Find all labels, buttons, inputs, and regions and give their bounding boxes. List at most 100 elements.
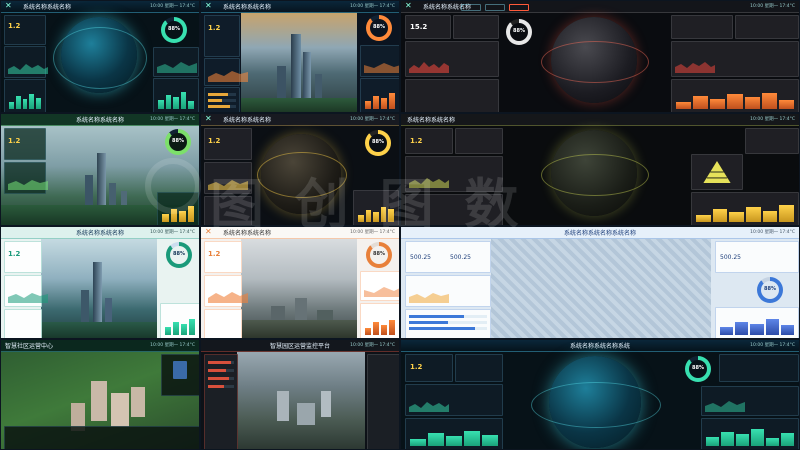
donut-label: 88% <box>513 28 525 34</box>
donut-chart: 88% <box>165 129 191 155</box>
area-chart <box>409 402 449 412</box>
watermark-logo-icon <box>145 158 201 214</box>
dashboard-thumb-3[interactable]: ✕ 系统名称系统名称 10:00 星期一 17:4°C 15.2 88% <box>400 0 800 113</box>
trend-card <box>405 275 491 307</box>
stat-value-1: 500.25 <box>410 254 431 261</box>
clock: 10:00 星期一 17:4°C <box>150 117 195 122</box>
header: 智慧园区运营监控平台 10:00 星期一 17:4°C <box>201 340 399 352</box>
watermark: 图 创 图 数 <box>210 173 525 236</box>
bar-chart <box>696 204 795 222</box>
donut-chart: 88% <box>506 19 532 45</box>
right-card <box>701 386 799 416</box>
profile-card <box>161 354 199 396</box>
dashboard-thumb-9[interactable]: 系统名称系统名称系统名称 10:00 星期一 17:4°C 500.25 500… <box>400 226 800 339</box>
trend-card <box>4 275 48 307</box>
donut-label: 88% <box>372 139 384 145</box>
stat-card: 1.2 <box>405 354 453 382</box>
right-card <box>360 271 399 301</box>
clock: 10:00 星期一 17:4°C <box>750 230 795 235</box>
stat-value: 1.2 <box>8 137 21 145</box>
trend-card <box>4 162 48 194</box>
area-chart <box>364 63 399 73</box>
stat-card: 500.25 500.25 <box>405 241 491 273</box>
stat-card: 1.2 <box>204 241 242 273</box>
kpi-card <box>745 128 799 154</box>
orbit-ring <box>53 27 147 89</box>
kpi-card <box>671 15 733 39</box>
stat-card: 1.2 <box>4 15 46 45</box>
city-map <box>491 238 711 338</box>
dashboard-thumb-7[interactable]: 系统名称系统名称 10:00 星期一 17:4°C 1.2 88% <box>0 226 200 339</box>
clock: 10:00 星期一 17:4°C <box>150 4 195 9</box>
stat-value: 1.2 <box>8 22 21 30</box>
donut-label: 88% <box>373 251 385 257</box>
avatar <box>173 361 187 379</box>
clock: 10:00 星期一 17:4°C <box>150 230 195 235</box>
dashboard-thumb-1[interactable]: ✕ 系统名称系统名称 10:00 星期一 17:4°C 1.2 88% <box>0 0 200 113</box>
right-bar-card <box>691 192 799 225</box>
nav-tab[interactable] <box>461 4 481 11</box>
bar-chart <box>706 428 794 446</box>
stat-value: 1.2 <box>208 137 221 145</box>
bar-card <box>4 79 46 112</box>
trend-card <box>671 41 799 77</box>
dashboard-thumb-8[interactable]: ✕ 系统名称系统名称 10:00 星期一 17:4°C 1.2 88% <box>200 226 400 339</box>
trend-card <box>204 58 248 86</box>
stat-value-2: 500.25 <box>450 254 471 261</box>
donut-chart: 88% <box>685 356 711 382</box>
right-bar-card <box>701 418 799 449</box>
orbit-ring <box>541 41 649 83</box>
area-chart <box>409 293 449 303</box>
clock: 10:00 星期一 17:4°C <box>750 343 795 348</box>
header: 系统名称系统名称 10:00 星期一 17:4°C <box>401 114 799 126</box>
stat-card: 1.2 <box>405 128 453 154</box>
city-photo <box>241 12 357 112</box>
kpi-card <box>719 354 799 382</box>
area-chart <box>675 62 715 73</box>
stat-card-right: 500.25 <box>715 241 799 273</box>
stat-value: 1.2 <box>410 137 423 145</box>
trend-card <box>4 46 48 78</box>
bar-card <box>405 418 503 449</box>
stat-card: 1.2 <box>4 128 46 160</box>
city-photo <box>241 238 357 338</box>
logo-icon: ✕ <box>205 1 212 10</box>
donut-chart: 88% <box>757 277 783 303</box>
camera-feed-strip <box>4 426 199 449</box>
stat-card: 15.2 <box>405 15 451 39</box>
logo-icon: ✕ <box>405 1 412 10</box>
area-chart <box>364 287 399 297</box>
dashboard-thumb-12[interactable]: 系统名称系统名称系统 10:00 星期一 17:4°C 1.2 88% <box>400 339 800 450</box>
donut-chart: 88% <box>366 15 392 41</box>
donut-chart: 88% <box>166 242 192 268</box>
header: ✕ 系统名称系统名称 10:00 星期一 17:4°C <box>201 114 399 126</box>
clock: 10:00 星期一 17:4°C <box>750 117 795 122</box>
bar-card <box>671 79 799 112</box>
list-card <box>204 87 240 112</box>
stat-value: 15.2 <box>410 23 428 31</box>
bar-chart <box>165 317 195 335</box>
nav-tab[interactable] <box>509 4 529 11</box>
donut-label: 88% <box>172 138 184 144</box>
donut-label: 88% <box>173 251 185 257</box>
donut-chart: 88% <box>161 17 187 43</box>
area-chart <box>705 401 745 412</box>
stat-value: 1.2 <box>8 250 21 258</box>
nav-tab[interactable] <box>485 4 505 11</box>
pyramid-card <box>691 154 743 190</box>
dashboard-thumb-10[interactable]: 智慧社区运营中心 10:00 星期一 17:4°C <box>0 339 200 450</box>
dashboard-thumb-11[interactable]: 智慧园区运营监控平台 10:00 星期一 17:4°C <box>200 339 400 450</box>
right-bar-card <box>715 307 799 338</box>
area-chart <box>8 180 48 190</box>
dashboard-thumb-2[interactable]: ✕ 系统名称系统名称 10:00 星期一 17:4°C 1.2 88% <box>200 0 400 113</box>
bar-chart <box>9 91 41 109</box>
header: 系统名称系统名称 10:00 星期一 17:4°C <box>1 227 199 239</box>
area-chart <box>208 292 248 303</box>
donut-chart: 88% <box>365 130 391 156</box>
header: 系统名称系统名称 10:00 星期一 17:4°C <box>1 114 199 126</box>
park-aerial <box>237 351 365 449</box>
trend-card <box>405 384 503 416</box>
app-title: 智慧社区运营中心 <box>5 343 54 350</box>
area-chart <box>8 293 48 303</box>
app-title: 系统名称系统名称 <box>223 4 272 11</box>
